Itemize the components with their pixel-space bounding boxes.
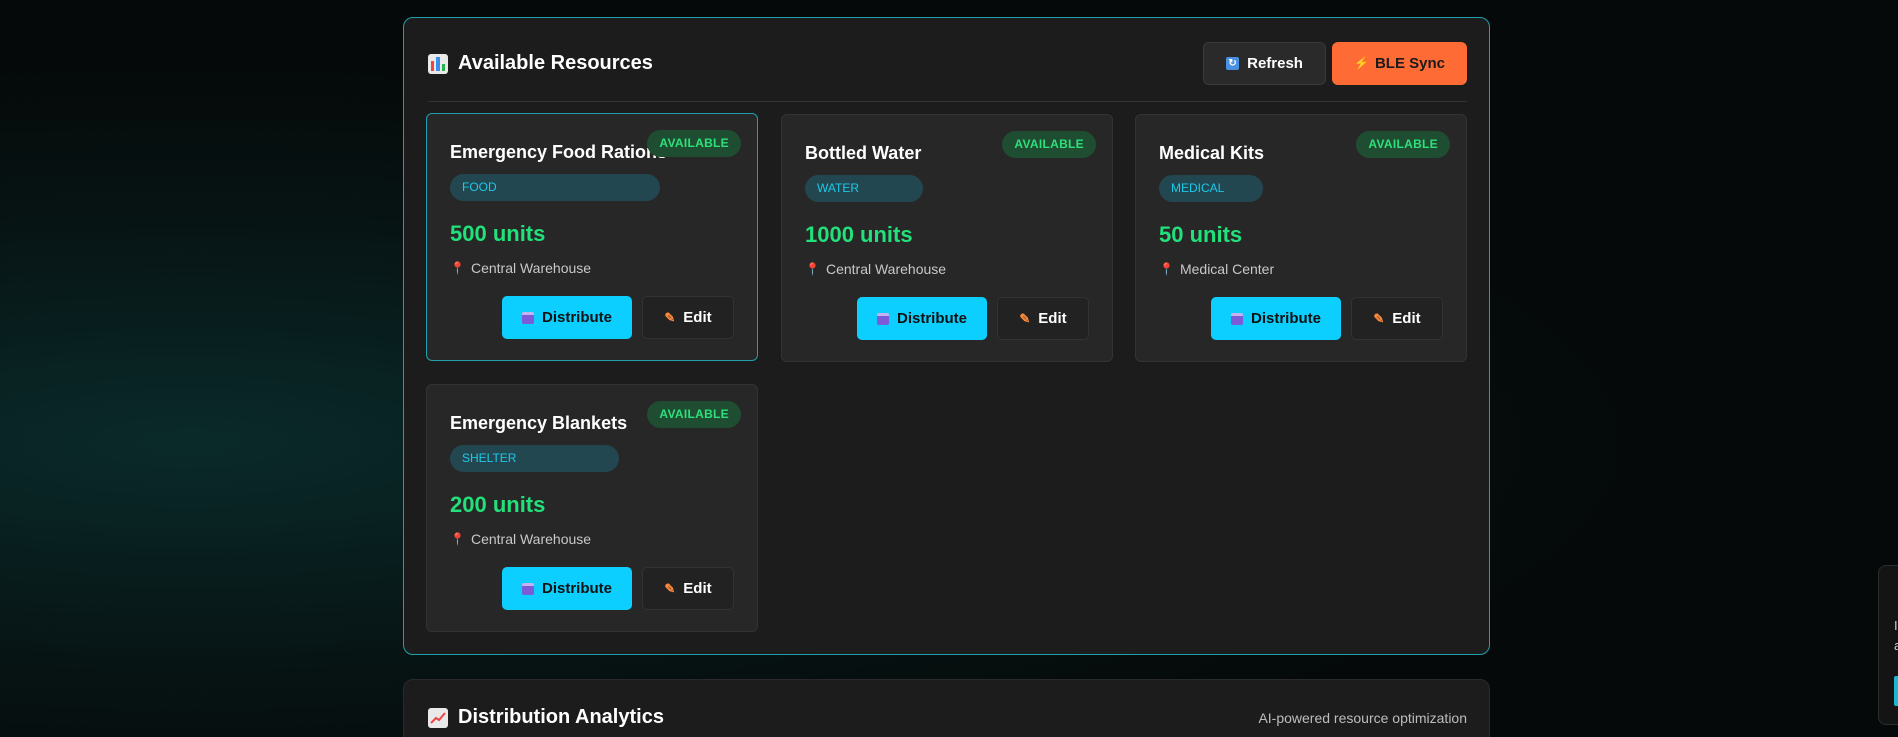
analytics-subtitle: AI-powered resource optimization xyxy=(1258,709,1467,726)
pin-icon: 📍 xyxy=(1159,262,1174,276)
side-widget-text: I xyxy=(1894,618,1898,633)
edit-label: Edit xyxy=(1392,310,1421,327)
location-label: Central Warehouse xyxy=(470,531,592,547)
ble-sync-label: BLE Sync xyxy=(1374,55,1445,72)
location-label: Medical Center xyxy=(1179,261,1275,277)
edit-label: Edit xyxy=(683,580,712,597)
pencil-icon: ✎ xyxy=(1373,310,1385,326)
distribute-label: Distribute xyxy=(541,580,612,597)
refresh-icon: ↻ xyxy=(1226,57,1240,70)
refresh-button[interactable]: ↻ Refresh xyxy=(1203,42,1326,85)
location-label: Central Warehouse xyxy=(470,260,592,276)
analytics-panel: Distribution Analytics AI-powered resour… xyxy=(403,679,1490,737)
resource-name: Bottled Water xyxy=(805,143,922,163)
resource-quantity: 1000 units xyxy=(805,222,913,247)
distribute-label: Distribute xyxy=(541,309,612,326)
resource-location: 📍 Central Warehouse xyxy=(450,531,591,547)
location-label: Central Warehouse xyxy=(825,261,947,277)
page-title: Available Resources xyxy=(458,52,653,74)
side-popup-widget[interactable]: I a xyxy=(1878,565,1898,725)
resources-panel: Available Resources ↻ Refresh ⚡ BLE Sync… xyxy=(403,17,1490,655)
card-actions: Distribute ✎ Edit xyxy=(502,567,734,610)
side-widget-text: a xyxy=(1894,638,1898,653)
edit-button[interactable]: ✎ Edit xyxy=(997,297,1089,340)
resource-name: Emergency Blankets xyxy=(450,413,628,433)
status-badge: AVAILABLE xyxy=(647,401,741,428)
card-actions: Distribute ✎ Edit xyxy=(1211,297,1443,340)
package-icon xyxy=(521,311,534,324)
pencil-icon: ✎ xyxy=(1019,310,1031,326)
category-tag: MEDICAL xyxy=(1159,175,1263,202)
resource-card-bottled-water: Bottled Water AVAILABLE WATER 1000 units… xyxy=(781,114,1113,362)
package-icon xyxy=(1230,312,1243,325)
edit-button[interactable]: ✎ Edit xyxy=(642,567,734,610)
distribute-button[interactable]: Distribute xyxy=(857,297,987,340)
bar-chart-icon xyxy=(428,53,448,74)
refresh-label: Refresh xyxy=(1247,55,1303,72)
pin-icon: 📍 xyxy=(805,262,820,276)
resource-name: Medical Kits xyxy=(1159,143,1265,163)
pin-icon: 📍 xyxy=(450,261,465,275)
card-actions: Distribute ✎ Edit xyxy=(502,296,734,339)
analytics-title: Distribution Analytics xyxy=(458,706,664,728)
side-widget-button[interactable] xyxy=(1894,676,1898,706)
resource-location: 📍 Medical Center xyxy=(1159,261,1274,277)
satellite-icon: ⚡ xyxy=(1353,56,1369,70)
title-wrap: Available Resources xyxy=(428,52,653,75)
pencil-icon: ✎ xyxy=(664,309,676,325)
edit-button[interactable]: ✎ Edit xyxy=(642,296,734,339)
edit-button[interactable]: ✎ Edit xyxy=(1351,297,1443,340)
ble-sync-button[interactable]: ⚡ BLE Sync xyxy=(1331,42,1467,85)
status-badge: AVAILABLE xyxy=(1356,131,1450,158)
package-icon xyxy=(876,312,889,325)
card-actions: Distribute ✎ Edit xyxy=(857,297,1089,340)
distribute-label: Distribute xyxy=(896,310,967,327)
analytics-panel-header: Distribution Analytics AI-powered resour… xyxy=(428,706,1467,729)
resource-quantity: 500 units xyxy=(450,221,546,246)
distribute-button[interactable]: Distribute xyxy=(502,567,632,610)
category-tag: FOOD xyxy=(450,174,660,201)
distribute-button[interactable]: Distribute xyxy=(502,296,632,339)
resource-card-medical-kits: Medical Kits AVAILABLE MEDICAL 50 units … xyxy=(1135,114,1467,362)
pin-icon: 📍 xyxy=(450,532,465,546)
resource-quantity: 50 units xyxy=(1159,222,1243,247)
analytics-title-wrap: Distribution Analytics xyxy=(428,706,664,729)
resource-card-blankets: Emergency Blankets AVAILABLE SHELTER 200… xyxy=(426,384,758,632)
status-badge: AVAILABLE xyxy=(1002,131,1096,158)
status-badge: AVAILABLE xyxy=(647,130,741,157)
distribute-button[interactable]: Distribute xyxy=(1211,297,1341,340)
resource-quantity: 200 units xyxy=(450,492,546,517)
resource-name: Emergency Food Rations xyxy=(450,142,668,162)
pencil-icon: ✎ xyxy=(664,580,676,596)
category-tag: SHELTER xyxy=(450,445,619,472)
package-icon xyxy=(521,582,534,595)
distribute-label: Distribute xyxy=(1250,310,1321,327)
header-actions: ↻ Refresh ⚡ BLE Sync xyxy=(1203,42,1467,85)
resources-panel-header: Available Resources ↻ Refresh ⚡ BLE Sync xyxy=(428,42,1467,102)
edit-label: Edit xyxy=(683,309,712,326)
edit-label: Edit xyxy=(1038,310,1067,327)
resource-location: 📍 Central Warehouse xyxy=(450,260,591,276)
line-chart-icon xyxy=(428,707,448,728)
resource-card-food-rations: Emergency Food Rations AVAILABLE FOOD 50… xyxy=(426,113,758,361)
resource-location: 📍 Central Warehouse xyxy=(805,261,946,277)
category-tag: WATER xyxy=(805,175,923,202)
